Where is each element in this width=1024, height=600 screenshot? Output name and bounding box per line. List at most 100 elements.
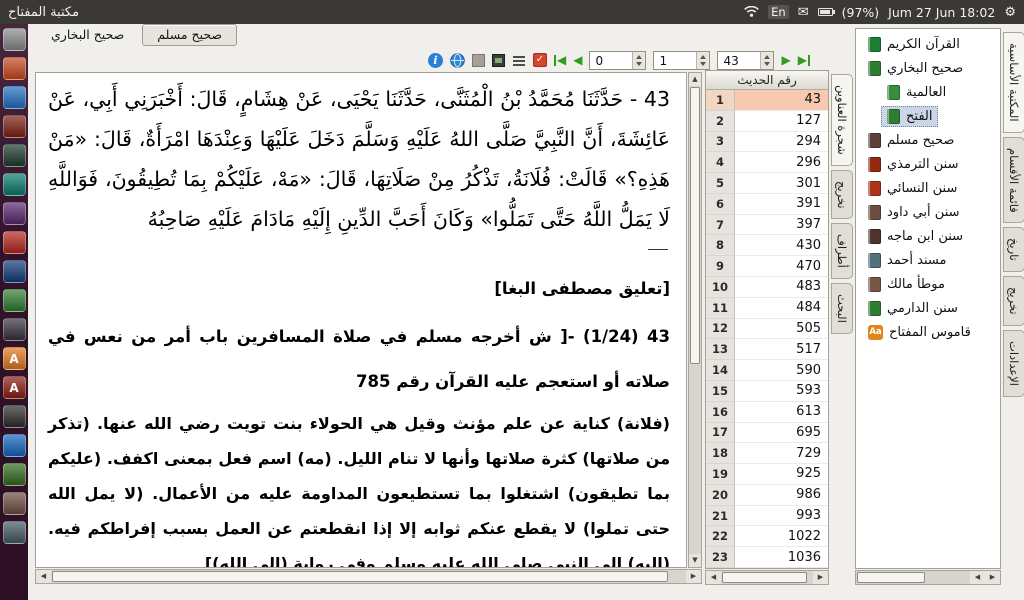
- spinner-arrows[interactable]: [696, 52, 709, 69]
- dock-icon[interactable]: [3, 260, 26, 283]
- hadith-row[interactable]: 143: [706, 90, 828, 111]
- tree-item[interactable]: مسند أحمد: [856, 248, 1000, 272]
- hadith-number[interactable]: 127: [735, 111, 828, 132]
- dock-icon-terminal[interactable]: [3, 57, 26, 80]
- clock[interactable]: Jum 27 Jun 18:02: [888, 5, 995, 20]
- scroll-left-button[interactable]: [36, 570, 51, 583]
- tree-item[interactable]: العالمية: [856, 80, 1000, 104]
- hadith-row[interactable]: 13517: [706, 339, 828, 360]
- scroll-up-button[interactable]: [689, 73, 701, 86]
- tree-item[interactable]: موطأ مالك: [856, 272, 1000, 296]
- verified-checkbox[interactable]: [533, 53, 547, 67]
- hadith-number[interactable]: 483: [735, 277, 828, 298]
- scroll-down-button[interactable]: [689, 554, 701, 567]
- tree-item[interactable]: صحيح البخاري: [856, 56, 1000, 80]
- hadith-number[interactable]: 301: [735, 173, 828, 194]
- dock-icon[interactable]: [3, 202, 26, 225]
- display-button[interactable]: [492, 54, 505, 67]
- book-tab[interactable]: صحيح البخاري: [36, 24, 139, 46]
- tree-item[interactable]: سنن أبي داود: [856, 200, 1000, 224]
- hadith-number[interactable]: 296: [735, 152, 828, 173]
- hadith-row[interactable]: 15593: [706, 381, 828, 402]
- keyboard-layout-indicator[interactable]: En: [768, 5, 789, 19]
- scroll-right-button[interactable]: [813, 571, 828, 584]
- wifi-icon[interactable]: [744, 5, 759, 20]
- tree-item[interactable]: سنن الترمذي: [856, 152, 1000, 176]
- hadith-row[interactable]: 3294: [706, 132, 828, 153]
- previous-hadith-button[interactable]: [573, 54, 582, 66]
- hadith-number[interactable]: 993: [735, 506, 828, 527]
- scroll-right-button[interactable]: [686, 570, 701, 583]
- hadith-row[interactable]: 231036: [706, 547, 828, 568]
- hadith-number[interactable]: 593: [735, 381, 828, 402]
- hadith-row[interactable]: 7397: [706, 215, 828, 236]
- info-button[interactable]: i: [428, 53, 443, 68]
- hadith-row[interactable]: 221022: [706, 526, 828, 547]
- dock-icon[interactable]: [3, 434, 26, 457]
- panel-tab[interactable]: البحث: [831, 283, 853, 334]
- dock-icon[interactable]: [3, 492, 26, 515]
- hadith-row[interactable]: 16613: [706, 402, 828, 423]
- library-tab[interactable]: تاريخ: [1003, 227, 1024, 272]
- hadith-row[interactable]: 8430: [706, 235, 828, 256]
- hadith-row[interactable]: 12505: [706, 319, 828, 340]
- hadith-number[interactable]: 517: [735, 339, 828, 360]
- scrollbar-thumb[interactable]: [722, 572, 807, 583]
- last-hadith-button[interactable]: [798, 54, 810, 66]
- scroll-right-button[interactable]: [985, 571, 1000, 584]
- library-tab[interactable]: تخريج: [1003, 276, 1024, 326]
- mail-icon[interactable]: ✉: [798, 6, 809, 19]
- dock-icon[interactable]: [3, 521, 26, 544]
- tree-item[interactable]: Aaقاموس المفتاح: [856, 320, 1000, 344]
- hadith-number[interactable]: 1036: [735, 547, 828, 568]
- hadith-row[interactable]: 9470: [706, 256, 828, 277]
- hadith-row[interactable]: 17695: [706, 423, 828, 444]
- hadith-number[interactable]: 925: [735, 464, 828, 485]
- hadith-number[interactable]: 613: [735, 402, 828, 423]
- hadith-number[interactable]: 391: [735, 194, 828, 215]
- panel-tab[interactable]: شجرة العناوين: [831, 74, 853, 166]
- hadith-row[interactable]: 18729: [706, 443, 828, 464]
- hadith-number[interactable]: 505: [735, 319, 828, 340]
- tree-item[interactable]: سنن النسائي: [856, 176, 1000, 200]
- hadith-number[interactable]: 695: [735, 423, 828, 444]
- session-gear-icon[interactable]: ⚙: [1004, 6, 1016, 19]
- first-hadith-button[interactable]: [554, 54, 566, 66]
- list-view-button[interactable]: [512, 54, 526, 67]
- book-tab[interactable]: صحيح مسلم: [142, 24, 237, 46]
- hadith-number[interactable]: 729: [735, 443, 828, 464]
- hadith-text-panel[interactable]: 43 - حَدَّثَنَا مُحَمَّدُ بْنُ الْمُثَنَ…: [35, 72, 687, 568]
- dock-icon-letter-a[interactable]: A: [3, 347, 26, 370]
- dock-icon[interactable]: [3, 289, 26, 312]
- tree-item[interactable]: صحيح مسلم: [856, 128, 1000, 152]
- page-spinbox[interactable]: 0: [589, 51, 646, 70]
- dock-icon[interactable]: [3, 463, 26, 486]
- hadith-row[interactable]: 19925: [706, 464, 828, 485]
- hadith-number-spinbox[interactable]: 43: [717, 51, 774, 70]
- library-tab[interactable]: قائمة الأقسام: [1003, 137, 1024, 224]
- panel-tab[interactable]: أطراف: [831, 223, 853, 279]
- tree-item[interactable]: الفتح: [856, 104, 1000, 128]
- dock-icon[interactable]: [3, 144, 26, 167]
- hadith-number[interactable]: 43: [735, 90, 828, 111]
- scroll-left-button[interactable]: [706, 571, 721, 584]
- library-tab[interactable]: المكتبة الأساسية: [1003, 32, 1024, 133]
- tree-item[interactable]: سنن ابن ماجه: [856, 224, 1000, 248]
- hadith-row[interactable]: 2127: [706, 111, 828, 132]
- library-tab[interactable]: الإعدادات: [1003, 330, 1024, 397]
- hadith-number[interactable]: 484: [735, 298, 828, 319]
- volume-spinbox[interactable]: 1: [653, 51, 710, 70]
- hadith-row[interactable]: 11484: [706, 298, 828, 319]
- stop-button[interactable]: [472, 54, 485, 67]
- hadith-number[interactable]: 294: [735, 132, 828, 153]
- hadith-number[interactable]: 1022: [735, 526, 828, 547]
- dock-icon-dash[interactable]: [3, 28, 26, 51]
- globe-button[interactable]: [450, 53, 465, 68]
- dock-icon-browser[interactable]: [3, 86, 26, 109]
- hadith-number[interactable]: 590: [735, 360, 828, 381]
- spinner-arrows[interactable]: [760, 52, 773, 69]
- hadith-number[interactable]: 430: [735, 235, 828, 256]
- battery-icon[interactable]: [818, 8, 833, 16]
- panel-tab[interactable]: تخريج: [831, 170, 853, 220]
- dock-icon[interactable]: [3, 318, 26, 341]
